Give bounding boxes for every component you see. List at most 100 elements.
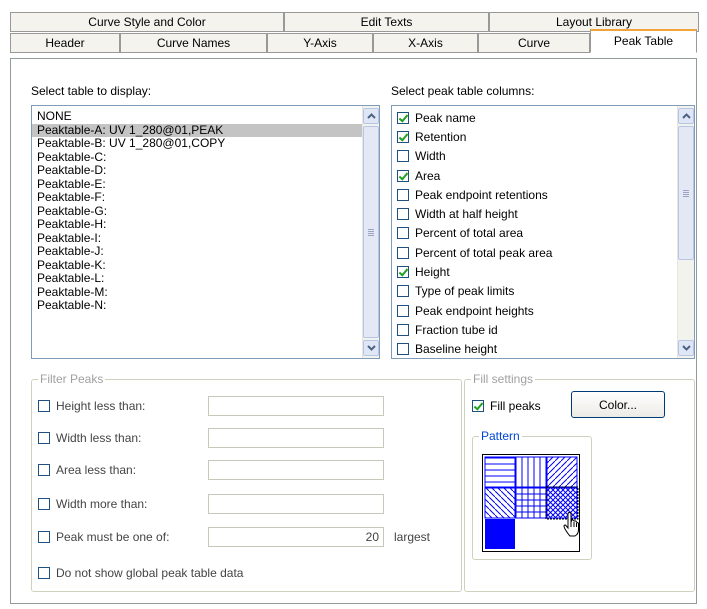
column-checkbox[interactable] <box>397 169 409 182</box>
global-peak-table-row[interactable]: Do not show global peak table data <box>38 563 243 583</box>
tab-label: Peak Table <box>613 34 674 48</box>
column-checkbox[interactable] <box>397 130 409 143</box>
select-columns-label: Select peak table columns: <box>391 84 535 98</box>
fill-peaks-checkbox[interactable] <box>472 400 484 412</box>
tab-curve-style-and-color[interactable]: Curve Style and Color <box>10 12 284 32</box>
columns-list-scrollbar[interactable] <box>677 106 694 358</box>
column-checkbox[interactable] <box>397 285 409 298</box>
column-checkbox[interactable] <box>397 323 409 336</box>
tab-peak-table[interactable]: Peak Table <box>590 29 697 53</box>
table-list-item[interactable]: Peaktable-E: <box>32 177 362 192</box>
scroll-down-button[interactable] <box>363 340 379 356</box>
column-checkbox[interactable] <box>397 343 409 356</box>
column-option[interactable]: Area <box>392 166 694 185</box>
filter-label: Width less than: <box>56 431 142 445</box>
column-option[interactable]: Peak endpoint retentions <box>392 185 694 204</box>
filter-value-field[interactable] <box>208 396 384 416</box>
scroll-thumb[interactable] <box>363 126 379 338</box>
column-checkbox[interactable] <box>397 150 409 163</box>
filter-row[interactable]: Width less than: <box>38 428 141 448</box>
tab-label: Y-Axis <box>303 36 337 50</box>
global-peak-table-checkbox[interactable] <box>38 567 50 579</box>
filter-checkbox[interactable] <box>38 400 50 412</box>
tab-curve[interactable]: Curve <box>478 33 590 53</box>
table-list-item[interactable]: Peaktable-B: UV 1_280@01,COPY <box>32 136 362 151</box>
pattern-option[interactable] <box>514 486 545 517</box>
table-list-item[interactable]: Peaktable-D: <box>32 163 362 178</box>
pattern-title: Pattern <box>479 429 522 443</box>
scroll-up-button[interactable] <box>678 108 694 124</box>
column-option[interactable]: Width <box>392 147 694 166</box>
column-option[interactable]: Baseline height <box>392 340 694 358</box>
column-option-label: Percent of total peak area <box>415 245 553 260</box>
table-listbox[interactable]: NONE Peaktable-A: UV 1_280@01,PEAK Peaktab… <box>31 105 380 359</box>
column-option[interactable]: Width at half height <box>392 204 694 223</box>
filter-checkbox[interactable] <box>38 464 50 476</box>
table-list-item[interactable]: Peaktable-M: <box>32 285 362 300</box>
pattern-option[interactable] <box>545 455 576 486</box>
column-checkbox[interactable] <box>397 246 409 259</box>
table-list-scrollbar[interactable] <box>362 106 379 358</box>
column-checkbox[interactable] <box>397 111 409 124</box>
column-checkbox[interactable] <box>397 227 409 240</box>
table-list-item[interactable]: Peaktable-H: <box>32 217 362 232</box>
filter-row[interactable]: Width more than: <box>38 494 147 514</box>
tab-header[interactable]: Header <box>10 33 120 53</box>
column-option[interactable]: Peak name <box>392 108 694 127</box>
column-option[interactable]: Retention <box>392 127 694 146</box>
table-list-item[interactable]: Peaktable-N: <box>32 298 362 313</box>
column-option-label: Fraction tube id <box>415 322 498 337</box>
columns-listbox[interactable]: Peak name Retention Width Area Peak endpoint… <box>391 105 695 359</box>
column-option[interactable]: Height <box>392 262 694 281</box>
filter-value-field[interactable]: 20 <box>208 527 384 547</box>
table-list-item[interactable]: Peaktable-J: <box>32 244 362 259</box>
filter-row[interactable]: Height less than: <box>38 396 145 416</box>
filter-checkbox[interactable] <box>38 531 50 543</box>
filter-value-field[interactable] <box>208 494 384 514</box>
table-list-item[interactable]: Peaktable-F: <box>32 190 362 205</box>
pattern-option[interactable] <box>483 486 514 517</box>
filter-checkbox[interactable] <box>38 432 50 444</box>
tab-label: X-Axis <box>408 36 443 50</box>
tab-x-axis[interactable]: X-Axis <box>373 33 478 53</box>
table-list-item[interactable]: NONE <box>32 109 362 124</box>
chevron-down-icon <box>366 345 376 351</box>
column-option[interactable]: Percent of total peak area <box>392 243 694 262</box>
column-option-label: Width <box>415 149 446 164</box>
tab-edit-texts[interactable]: Edit Texts <box>284 12 489 32</box>
scroll-up-button[interactable] <box>363 108 379 124</box>
table-list-item[interactable]: Peaktable-G: <box>32 204 362 219</box>
filter-row[interactable]: Peak must be one of: <box>38 527 169 547</box>
pattern-option[interactable] <box>483 455 514 486</box>
column-option[interactable]: Fraction tube id <box>392 320 694 339</box>
column-option[interactable]: Peak endpoint heights <box>392 301 694 320</box>
color-button[interactable]: Color... <box>571 391 665 418</box>
column-checkbox[interactable] <box>397 266 409 279</box>
column-checkbox[interactable] <box>397 188 409 201</box>
table-list-item[interactable]: Peaktable-A: UV 1_280@01,PEAK <box>32 123 362 137</box>
tab-y-axis[interactable]: Y-Axis <box>267 33 373 53</box>
filter-label: Height less than: <box>56 399 146 413</box>
fill-peaks-row[interactable]: Fill peaks <box>472 396 541 416</box>
filter-row[interactable]: Area less than: <box>38 460 136 480</box>
table-list-item[interactable]: Peaktable-I: <box>32 231 362 246</box>
scroll-down-button[interactable] <box>678 340 694 356</box>
table-list-item[interactable]: Peaktable-C: <box>32 150 362 165</box>
column-option-label: Retention <box>415 129 467 144</box>
select-table-label: Select table to display: <box>31 84 152 98</box>
pattern-option[interactable] <box>483 517 514 548</box>
filter-checkbox[interactable] <box>38 498 50 510</box>
filter-value-field[interactable] <box>208 428 384 448</box>
column-option[interactable]: Type of peak limits <box>392 282 694 301</box>
column-option-label: Peak endpoint retentions <box>415 187 548 202</box>
filter-value-field[interactable] <box>208 460 384 480</box>
column-checkbox[interactable] <box>397 304 409 317</box>
column-checkbox[interactable] <box>397 208 409 221</box>
pattern-option[interactable] <box>514 455 545 486</box>
table-list-item[interactable]: Peaktable-K: <box>32 258 362 273</box>
table-list-item[interactable]: Peaktable-L: <box>32 271 362 286</box>
fill-peaks-label: Fill peaks <box>490 399 541 413</box>
tab-curve-names[interactable]: Curve Names <box>120 33 267 53</box>
scroll-thumb[interactable] <box>678 126 694 260</box>
column-option[interactable]: Percent of total area <box>392 224 694 243</box>
